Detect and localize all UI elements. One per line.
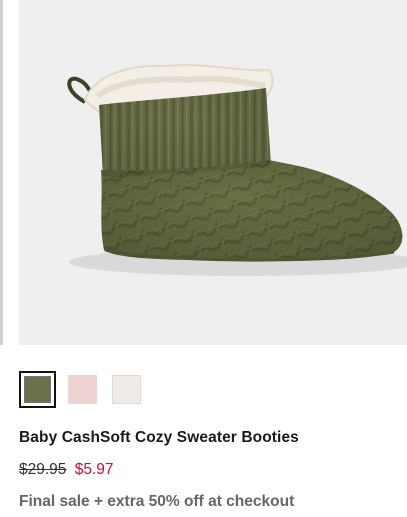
swatch-ivory-fill xyxy=(112,375,141,404)
swatch-ivory[interactable] xyxy=(112,375,141,404)
product-image[interactable] xyxy=(19,0,407,345)
swatch-light-pink-fill xyxy=(68,375,97,404)
sale-price: $5.97 xyxy=(74,461,114,478)
original-price: $29.95 xyxy=(19,461,67,478)
color-swatches xyxy=(19,371,156,408)
swatch-olive-green-fill xyxy=(24,376,51,403)
product-title[interactable]: Baby CashSoft Cozy Sweater Booties xyxy=(19,429,299,447)
promo-text: Final sale + extra 50% off at checkout xyxy=(19,493,295,510)
price-row: $29.95 $5.97 xyxy=(19,461,114,479)
product-card: Baby CashSoft Cozy Sweater Booties $29.9… xyxy=(0,0,407,517)
adjacent-card-edge xyxy=(0,0,3,345)
swatch-olive-green[interactable] xyxy=(19,371,56,408)
swatch-light-pink[interactable] xyxy=(68,375,97,404)
